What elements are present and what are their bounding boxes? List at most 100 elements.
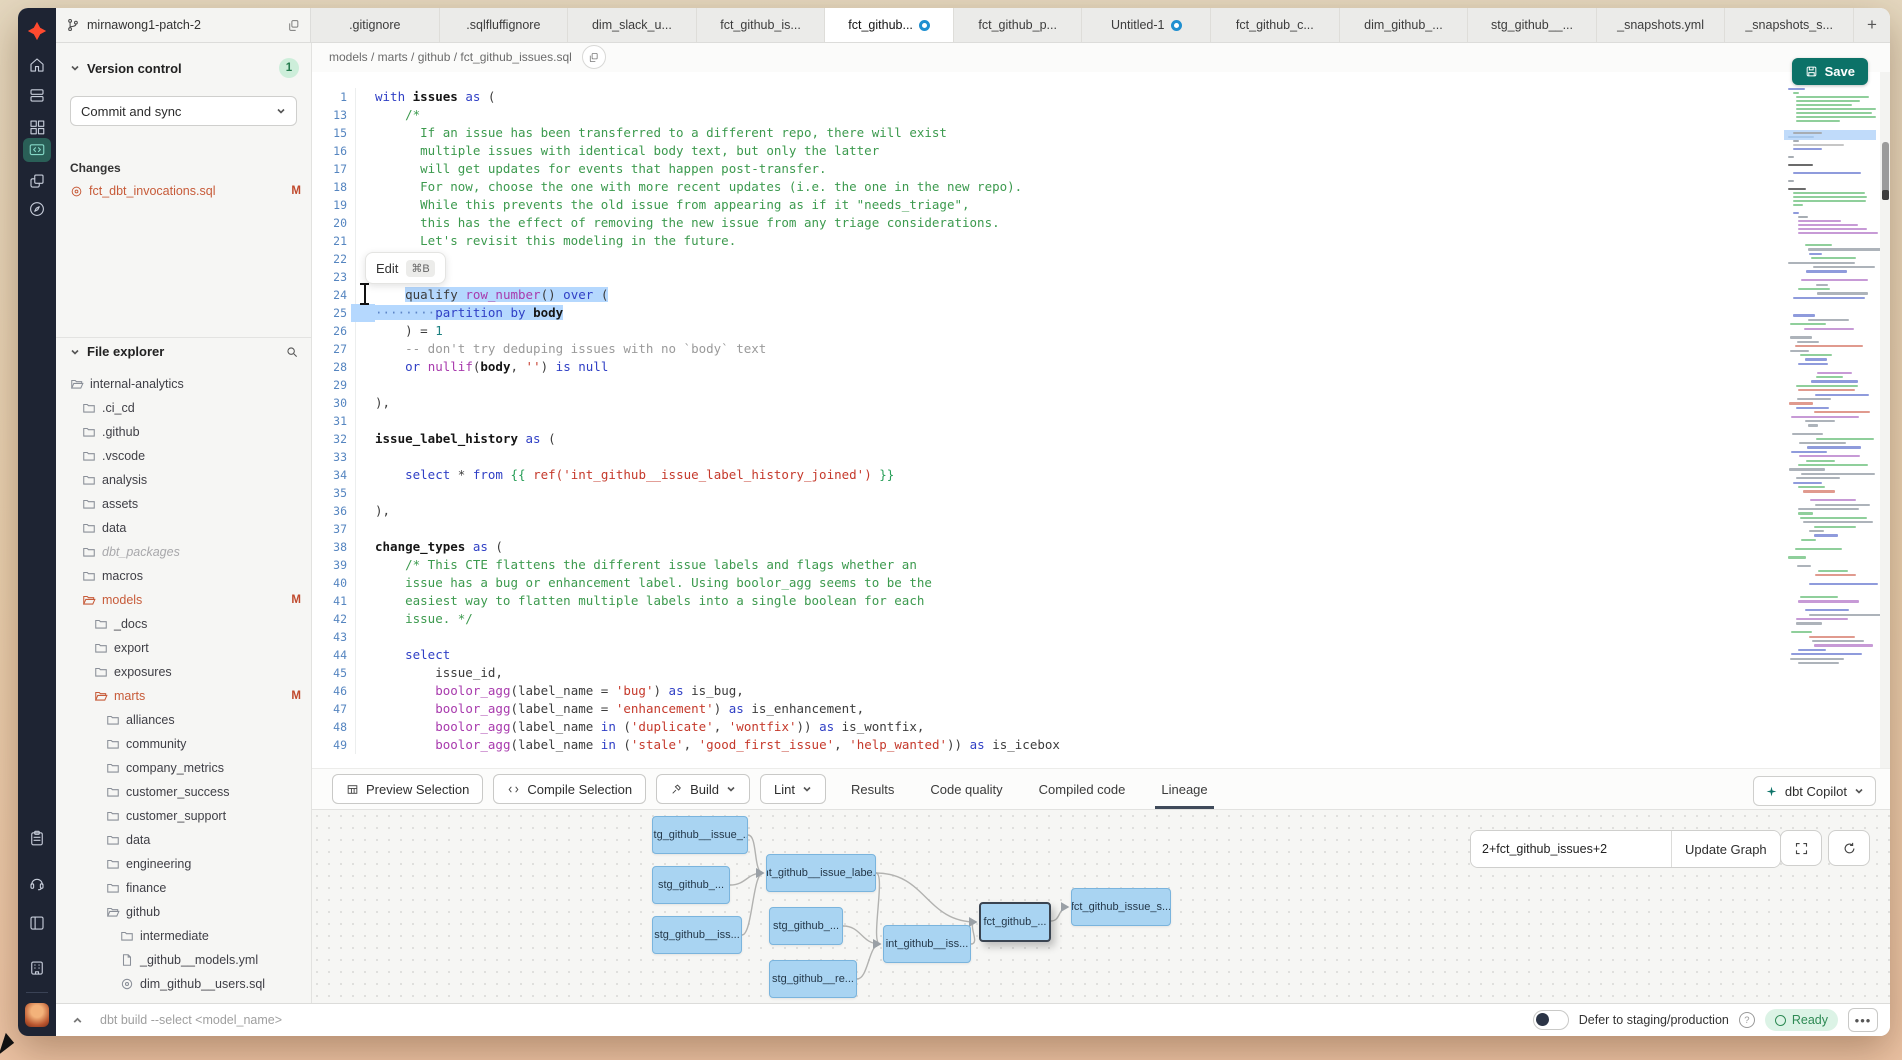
code-line[interactable]: 28 or nullif(body, '') is null [311,358,1770,376]
user-avatar[interactable] [25,1003,49,1027]
code-line[interactable]: 26 ) = 1 [311,322,1770,340]
editor-tab-6[interactable]: Untitled-1 [1082,8,1211,42]
lineage-panel[interactable]: Update Graph stg_github__issue_...stg_gi… [311,810,1890,1004]
lint-button[interactable]: Lint [760,774,826,804]
code-line[interactable]: 16 multiple issues with identical body t… [311,142,1770,160]
code-line[interactable]: 24 qualify row_number() over ( [311,286,1770,304]
file-tree-item[interactable]: dbt_packages [56,540,311,564]
file-tree-item[interactable]: martsM [56,684,311,708]
code-line[interactable]: 21 Let's revisit this modeling in the fu… [311,232,1770,250]
defer-toggle[interactable] [1533,1010,1569,1030]
dbt-command-input[interactable] [98,1012,1533,1028]
file-tree-item[interactable]: export [56,636,311,660]
code-line[interactable]: 37 [311,520,1770,538]
file-tree-item[interactable]: internal-analytics [56,372,311,396]
code-line[interactable]: 36), [311,502,1770,520]
lineage-node-4[interactable]: stg_github_... [769,907,843,945]
edit-popup[interactable]: Edit ⌘B [365,252,446,284]
code-line[interactable]: 23 [311,268,1770,286]
code-line[interactable]: 31 [311,412,1770,430]
code-line[interactable]: 40 issue has a bug or enhancement label.… [311,574,1770,592]
copy-path-button[interactable] [582,45,606,69]
file-tree-item[interactable]: modelsM [56,588,311,612]
keyboard-icon[interactable] [18,953,56,983]
editor-tab-1[interactable]: .sqlfluffignore [440,8,569,42]
git-branch-widget[interactable]: mirnawong1-patch-2 [56,8,311,42]
search-icon[interactable] [285,345,299,359]
support-headset-icon[interactable] [18,868,56,898]
save-button[interactable]: Save [1792,58,1868,85]
edit-popup-label[interactable]: Edit [376,261,398,276]
more-options-button[interactable]: ••• [1848,1008,1878,1032]
refresh-button[interactable] [1828,830,1870,866]
orchestration-icon[interactable] [18,166,56,196]
code-line[interactable]: 22 [311,250,1770,268]
code-line[interactable]: 18 For now, choose the one with more rec… [311,178,1770,196]
editor-scrollbar[interactable] [1880,72,1890,768]
file-tree-item[interactable]: .github [56,420,311,444]
editor-tab-3[interactable]: fct_github_is... [697,8,826,42]
tab-results[interactable]: Results [851,769,894,809]
tab-compiled-code[interactable]: Compiled code [1039,769,1126,809]
editor-tab-9[interactable]: stg_github__... [1468,8,1597,42]
code-line[interactable]: 49 boolor_agg(label_name in ('stale', 'g… [311,736,1770,754]
file-tree-item[interactable]: _docs [56,612,311,636]
lineage-node-8[interactable]: fct_github_issue_s... [1071,888,1171,926]
code-line[interactable]: 48 boolor_agg(label_name in ('duplicate'… [311,718,1770,736]
code-line[interactable]: 30), [311,394,1770,412]
code-line[interactable]: 42 issue. */ [311,610,1770,628]
new-tab-button[interactable]: + [1854,8,1890,42]
code-line[interactable]: 39 /* This CTE flattens the different is… [311,556,1770,574]
lineage-node-1[interactable]: stg_github_... [652,866,730,904]
docs-panel-icon[interactable] [18,908,56,938]
file-tree-item[interactable]: _github__models.yml [56,948,311,972]
file-tree-item[interactable]: assets [56,492,311,516]
lineage-node-6[interactable]: int_github__iss... [883,925,971,963]
lineage-node-7[interactable]: fct_github_... [979,902,1051,942]
changed-file-row[interactable]: fct_dbt_invocations.sql M [70,181,301,201]
editor-tab-5[interactable]: fct_github_p... [954,8,1083,42]
code-line[interactable]: 19 While this prevents the old issue fro… [311,196,1770,214]
code-line[interactable]: 20 this has the effect of removing the n… [311,214,1770,232]
code-line[interactable]: 1with issues as ( [311,88,1770,106]
fullscreen-button[interactable] [1780,830,1822,866]
code-line[interactable]: 34 select * from {{ ref('int_github__iss… [311,466,1770,484]
editor-tab-0[interactable]: .gitignore [311,8,440,42]
file-tree-item[interactable]: engineering [56,852,311,876]
code-line[interactable]: 32issue_label_history as ( [311,430,1770,448]
code-line[interactable]: 41 easiest way to flatten multiple label… [311,592,1770,610]
lineage-filter-input[interactable] [1471,831,1671,867]
editor-tab-7[interactable]: fct_github_c... [1211,8,1340,42]
editor-tab-8[interactable]: dim_github_... [1340,8,1469,42]
file-tree-item[interactable]: community [56,732,311,756]
file-tree-item[interactable]: data [56,828,311,852]
file-tree-item[interactable]: .vscode [56,444,311,468]
home-icon[interactable] [18,50,56,80]
deploy-icon[interactable] [18,80,56,110]
commit-and-sync-select[interactable]: Commit and sync [70,96,297,126]
code-line[interactable]: 43 [311,628,1770,646]
lineage-node-0[interactable]: stg_github__issue_... [652,816,748,854]
lineage-node-2[interactable]: stg_github__iss... [652,916,742,954]
file-tree-item[interactable]: exposures [56,660,311,684]
help-icon[interactable]: ? [1739,1012,1755,1028]
code-editor[interactable]: 1with issues as (13 /*15 If an issue has… [311,72,1890,768]
file-tree-item[interactable]: customer_support [56,804,311,828]
dbt-copilot-button[interactable]: dbt Copilot [1753,776,1876,806]
collapse-command-bar[interactable] [56,1015,98,1026]
file-tree-item[interactable]: alliances [56,708,311,732]
file-tree-item[interactable]: finance [56,876,311,900]
file-tree-item[interactable]: intermediate [56,924,311,948]
code-line[interactable]: 35 [311,484,1770,502]
tab-code-quality[interactable]: Code quality [930,769,1002,809]
code-line[interactable]: 29 [311,376,1770,394]
file-tree-item[interactable]: dim_github__users.sql [56,972,311,996]
compile-selection-button[interactable]: Compile Selection [493,774,646,804]
lineage-node-5[interactable]: stg_github__re... [769,960,857,998]
file-tree-item[interactable]: .ci_cd [56,396,311,420]
code-line[interactable]: 13 /* [311,106,1770,124]
code-line[interactable]: 45 issue_id, [311,664,1770,682]
version-control-header[interactable]: Version control 1 [70,58,299,78]
editor-tab-2[interactable]: dim_slack_u... [568,8,697,42]
editor-tab-10[interactable]: _snapshots.yml [1597,8,1726,42]
